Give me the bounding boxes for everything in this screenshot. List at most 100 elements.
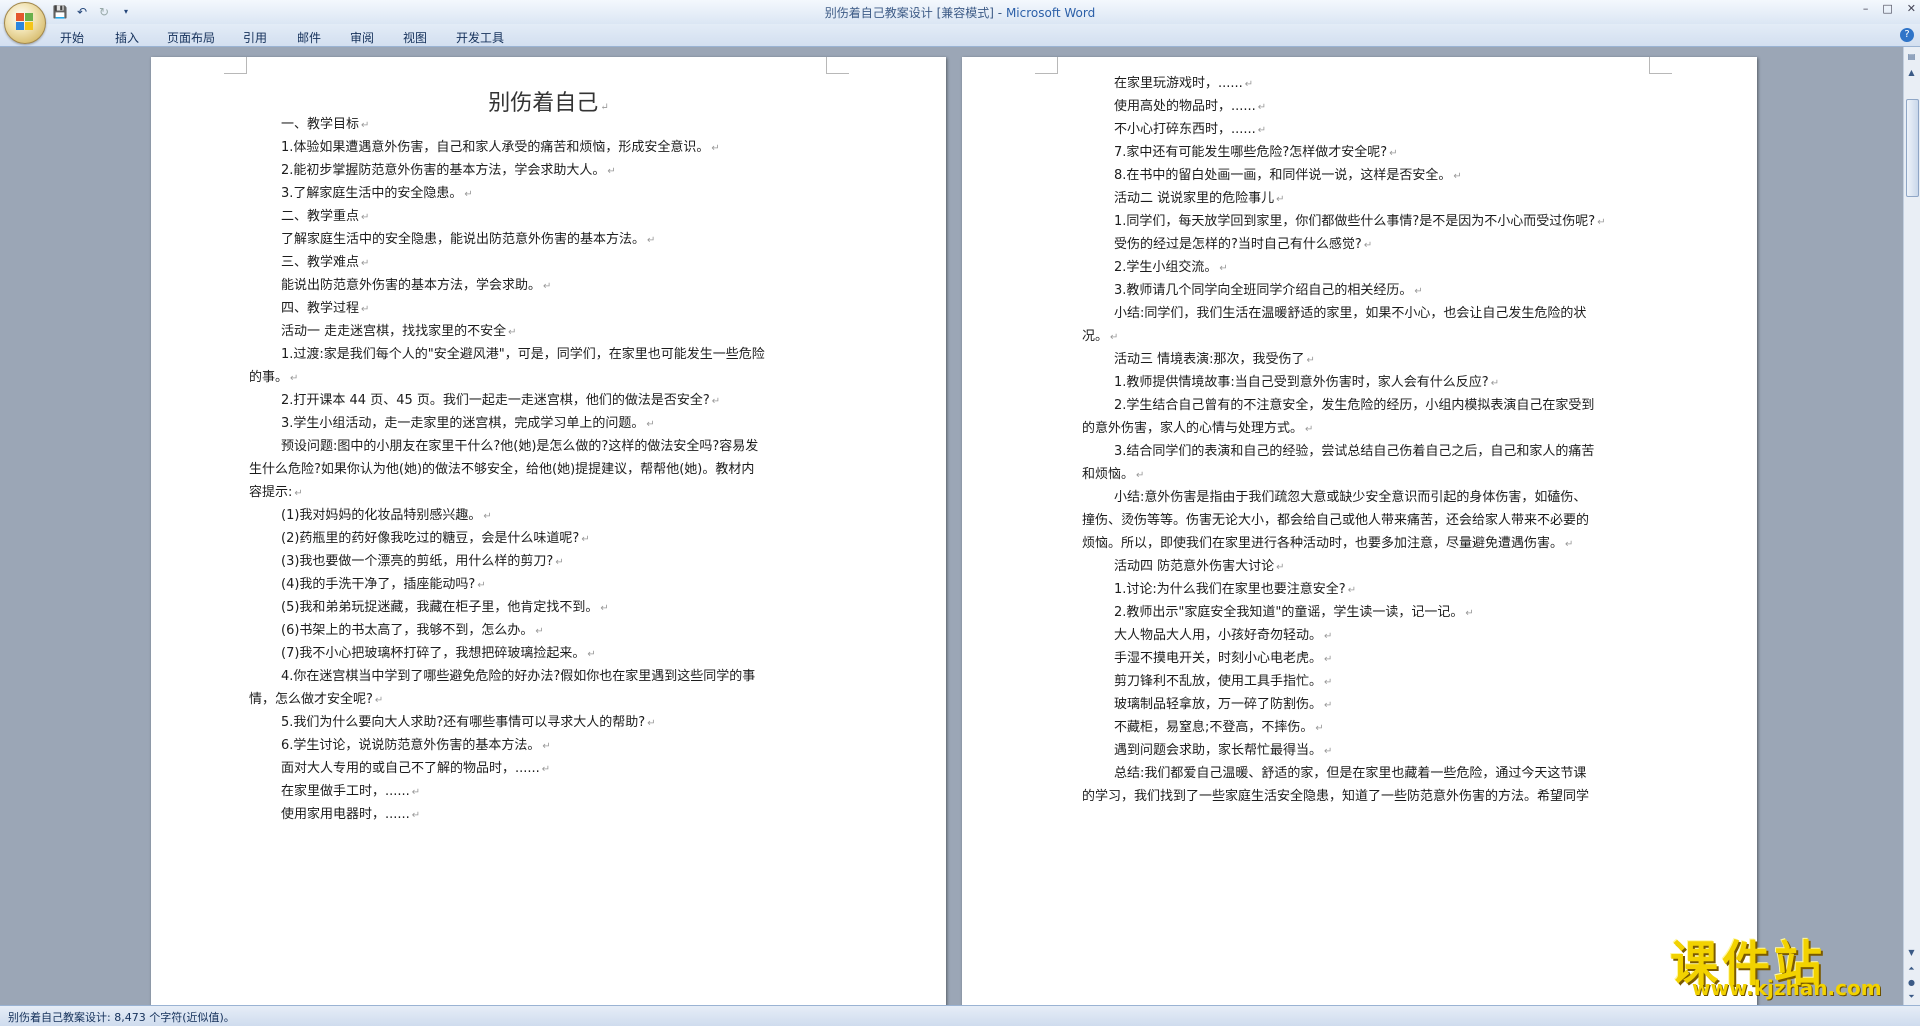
paragraph: 1.讨论:为什么我们在家里也要注意安全? ↵: [1114, 582, 1357, 597]
paragraph-mark: ↵: [535, 626, 544, 637]
paragraph: 3.结合同学们的表演和自己的经验，尝试总结自己伤着自己之后，自己和家人的痛苦: [1114, 444, 1595, 459]
paragraph-mark: ↵: [647, 235, 656, 246]
paragraph-mark: ↵: [581, 534, 590, 545]
window-controls: – □ ✕: [1863, 2, 1916, 15]
tab-home[interactable]: 开始: [60, 29, 84, 46]
paragraph-mark: ↵: [543, 281, 552, 292]
paragraph: 面对大人专用的或自己不了解的物品时，...... ↵: [281, 761, 551, 776]
paragraph: 活动一 走走迷宫棋，找找家里的不安全 ↵: [281, 324, 517, 339]
paragraph-mark: ↵: [587, 649, 596, 660]
document-page-right[interactable]: 在家里玩游戏时，...... ↵ 使用高处的物品时，...... ↵ 不小心打碎东西时，…: [962, 57, 1757, 1005]
paragraph-mark: ↵: [646, 419, 655, 430]
paragraph: (1)我对妈妈的化妆品特别感兴趣。 ↵: [281, 508, 492, 523]
paragraph: 小结:同学们，我们生活在温暖舒适的家里，如果不小心，也会让自己发生危险的状: [1114, 306, 1587, 321]
tab-view[interactable]: 视图: [403, 29, 427, 46]
paragraph: 4.你在迷宫棋当中学到了哪些避免危险的好办法?假如你也在家里遇到这些同学的事: [281, 669, 756, 684]
crop-mark: [224, 57, 247, 74]
paragraph-mark: ↵: [541, 764, 551, 775]
paragraph: 2.学生结合自己曾有的不注意安全，发生危险的经历，小组内模拟表演自己在家受到: [1114, 398, 1595, 413]
paragraph-mark: ↵: [1324, 700, 1333, 711]
paragraph-mark: ↵: [711, 143, 720, 154]
paragraph-mark: ↵: [1324, 746, 1333, 757]
paragraph-mark: ↵: [1324, 677, 1333, 688]
paragraph: 2.能初步掌握防范意外伤害的基本方法，学会求助大人。 ↵: [281, 163, 616, 178]
paragraph: 3.教师请几个同学向全班同学介绍自己的相关经历。 ↵: [1114, 283, 1423, 298]
next-page-icon[interactable]: ⏷: [1906, 991, 1917, 1002]
paragraph-mark: ↵: [361, 304, 370, 315]
paragraph: 8.在书中的留白处画一画，和同伴说一说，这样是否安全。 ↵: [1114, 168, 1462, 183]
paragraph-mark: ↵: [1389, 148, 1398, 159]
tab-references[interactable]: 引用: [243, 29, 267, 46]
browse-object-icon[interactable]: ●: [1906, 977, 1917, 988]
tab-developer[interactable]: 开发工具: [456, 29, 504, 46]
paragraph: 1.同学们，每天放学回到家里，你们都做些什么事情?是不是因为不小心而受过伤呢? ↵: [1114, 214, 1606, 229]
scroll-up-icon[interactable]: ▲: [1906, 67, 1917, 78]
paragraph-mark: ↵: [477, 580, 486, 591]
paragraph: 2.教师出示"家庭安全我知道"的童谣，学生读一读，记一记。 ↵: [1114, 605, 1474, 620]
paragraph: 3.了解家庭生活中的安全隐患。 ↵: [281, 186, 473, 201]
paragraph: 撞伤、烫伤等等。伤害无论大小，都会给自己或他人带来痛苦，还会给家人带来不必要的: [1082, 513, 1590, 528]
paragraph: (3)我也要做一个漂亮的剪纸，用什么样的剪刀? ↵: [281, 554, 564, 569]
word-count-status[interactable]: 别伤着自己教案设计: 8,473 个字符(近似值)。: [8, 1009, 235, 1025]
tab-mailings[interactable]: 邮件: [297, 29, 321, 46]
document-title: 别伤着自己教案设计 [兼容模式]: [824, 6, 994, 20]
paragraph-mark: ↵: [1414, 286, 1423, 297]
paragraph-mark: ↵: [411, 810, 421, 821]
paragraph: 1.过渡:家是我们每个人的"安全避风港"，可是，同学们，在家里也可能发生一些危险: [281, 347, 765, 362]
paragraph: 不小心打碎东西时，...... ↵: [1114, 122, 1267, 137]
tab-insert[interactable]: 插入: [115, 29, 139, 46]
ruler-toggle-icon[interactable]: ▤: [1906, 51, 1917, 62]
close-icon[interactable]: ✕: [1907, 2, 1916, 15]
paragraph: (4)我的手洗干净了，插座能动吗? ↵: [281, 577, 486, 592]
crop-mark: [826, 57, 849, 74]
paragraph-mark: ↵: [1597, 217, 1606, 228]
paragraph: 情，怎么做才安全呢? ↵: [249, 692, 384, 707]
paragraph: 的意外伤害，家人的心情与处理方式。 ↵: [1082, 421, 1314, 436]
paragraph-mark: ↵: [483, 511, 492, 522]
paragraph-mark: ↵: [508, 327, 517, 338]
scrollbar-thumb[interactable]: [1906, 99, 1919, 197]
scroll-down-icon[interactable]: ▼: [1906, 947, 1917, 958]
paragraph-mark: ↵: [374, 695, 384, 706]
paragraph-mark: ↵: [1315, 723, 1324, 734]
tab-review[interactable]: 审阅: [350, 29, 374, 46]
ribbon-tabs: 开始 插入 页面布局 引用 邮件 审阅 视图 开发工具 ?: [0, 24, 1920, 47]
help-icon[interactable]: ?: [1900, 28, 1914, 42]
paragraph-mark: ↵: [411, 787, 421, 798]
crop-mark: [1035, 57, 1058, 74]
paragraph: 能说出防范意外伤害的基本方法，学会求助。 ↵: [281, 278, 552, 293]
paragraph: 使用高处的物品时，...... ↵: [1114, 99, 1267, 114]
window-title: 别伤着自己教案设计 [兼容模式] - Microsoft Word: [824, 6, 1096, 20]
paragraph: 7.家中还有可能发生哪些危险?怎样做才安全呢? ↵: [1114, 145, 1398, 160]
document-page-left[interactable]: 别伤着自己 ↵ 一、教学目标 ↵ 1.体验如果遭遇意外伤害，自己和家人承受的痛苦和烦恼…: [151, 57, 946, 1005]
tab-page-layout[interactable]: 页面布局: [167, 29, 215, 46]
paragraph-mark: ↵: [711, 396, 721, 407]
paragraph: 的学习，我们找到了一些家庭生活安全隐患，知道了一些防范意外伤害的方法。希望同学: [1082, 789, 1590, 804]
paragraph: 不藏柜，易窒息;不登高，不摔伤。 ↵: [1114, 720, 1324, 735]
previous-page-icon[interactable]: ⏶: [1906, 963, 1917, 974]
paragraph-mark: ↵: [542, 741, 551, 752]
paragraph: 烦恼。所以，即使我们在家里进行各种活动时，也要多加注意，尽量避免遭遇伤害。 ↵: [1082, 536, 1574, 551]
maximize-icon[interactable]: □: [1882, 2, 1892, 15]
paragraph-mark: ↵: [1324, 631, 1333, 642]
watermark-logo: 课件站 www.kjzhan.com: [1670, 924, 1900, 1004]
paragraph: 总结:我们都爱自己温暖、舒适的家，但是在家里也藏着一些危险，通过今天这节课: [1114, 766, 1587, 781]
office-button[interactable]: [4, 2, 46, 44]
paragraph: 活动四 防范意外伤害大讨论 ↵: [1114, 559, 1285, 574]
minimize-icon[interactable]: –: [1863, 2, 1869, 15]
paragraph: 2.打开课本 44 页、45 页。我们一起走一走迷宫棋，他们的做法是否安全? ↵: [281, 393, 721, 408]
paragraph: 和烦恼。 ↵: [1082, 467, 1145, 482]
paragraph: 6.学生讨论，说说防范意外伤害的基本方法。 ↵: [281, 738, 551, 753]
paragraph-mark: ↵: [361, 258, 370, 269]
paragraph-mark: ↵: [1276, 194, 1285, 205]
paragraph: 了解家庭生活中的安全隐患，能说出防范意外伤害的基本方法。 ↵: [281, 232, 656, 247]
paragraph: (6)书架上的书太高了，我够不到，怎么办。 ↵: [281, 623, 544, 638]
paragraph-mark: ↵: [1324, 654, 1333, 665]
paragraph: 四、教学过程 ↵: [281, 301, 370, 316]
paragraph-mark: ↵: [607, 166, 616, 177]
paragraph-mark: ↵: [361, 212, 370, 223]
document-title-heading: 别伤着自己 ↵: [488, 91, 609, 116]
paragraph: 的事。 ↵: [249, 370, 299, 385]
paragraph-mark: ↵: [555, 557, 564, 568]
vertical-scrollbar[interactable]: ▤ ▲ ▼ ⏶ ● ⏷: [1903, 47, 1920, 1005]
